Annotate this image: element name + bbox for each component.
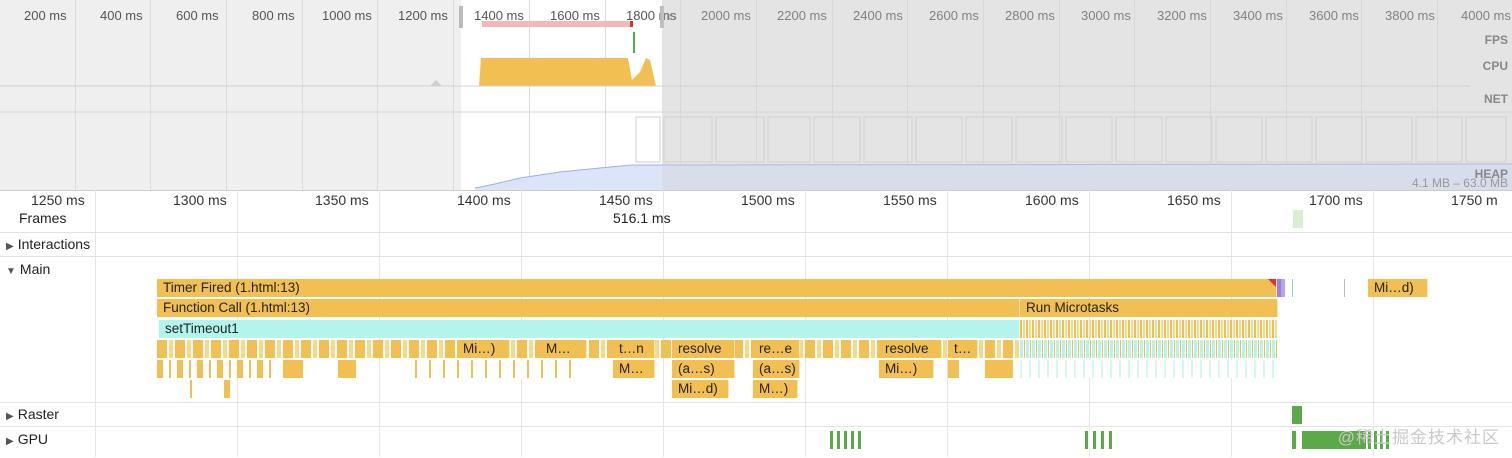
gpu-label: GPU [17, 431, 49, 447]
ruler-tick: 1250 ms [31, 192, 85, 208]
timeline-overview[interactable]: 200 ms 400 ms 600 ms 800 ms 1000 ms 1200… [0, 0, 1512, 191]
heap-range: 4.1 MB – 63.0 MB [1411, 176, 1508, 190]
event-microtask[interactable]: M…) [753, 380, 798, 398]
script-block [283, 360, 303, 378]
script-stripes [415, 360, 575, 378]
ruler-tick: 1700 ms [1309, 192, 1363, 208]
frames-label: Frames [19, 210, 67, 226]
script-stripes [157, 360, 277, 378]
ruler-tick: 1650 ms [1167, 192, 1221, 208]
event-resolve[interactable]: resolve [672, 340, 735, 358]
microtask-stripes [1020, 360, 1278, 378]
event-microtask-right[interactable]: Mi…d) [1368, 279, 1428, 297]
interactions-label: Interactions [17, 236, 91, 252]
watermark: @稀土掘金技术社区 [1337, 428, 1500, 447]
ruler-tick: 1550 ms [883, 192, 937, 208]
gpu-event[interactable] [1292, 431, 1296, 449]
gpu-events[interactable] [830, 431, 862, 449]
raster-track[interactable]: ▶ Raster [0, 402, 1512, 427]
frames-track[interactable]: Frames 516.1 ms [0, 210, 1512, 232]
event-microtask[interactable]: Mi…) [879, 360, 934, 378]
event-sliver [1344, 279, 1345, 297]
script-block [985, 360, 1013, 378]
event-async[interactable]: (a…s) [753, 360, 800, 378]
expand-arrow-icon[interactable]: ▶ [6, 411, 14, 422]
cpu-track-label: CPU [1482, 59, 1508, 73]
event-set-timeout[interactable]: setTimeout1 [159, 320, 1020, 338]
event-microtask[interactable]: M… [540, 340, 587, 358]
event-then[interactable]: t… [948, 340, 978, 358]
ruler-tick: 1750 m [1451, 192, 1498, 208]
event-then[interactable]: t…n [613, 340, 655, 358]
microtask-stripes [1020, 320, 1278, 338]
collapse-arrow-icon[interactable]: ▼ [6, 266, 16, 277]
event-resolve[interactable]: resolve [879, 340, 942, 358]
ruler-tick: 1600 ms [1025, 192, 1079, 208]
event-microtask[interactable]: Mi…) [457, 340, 510, 358]
interactions-track[interactable]: ▶ Interactions [0, 232, 1512, 257]
microtask-stripes [1020, 340, 1278, 358]
script-block [224, 380, 230, 398]
script-block [338, 360, 356, 378]
event-microtask[interactable]: M… [613, 360, 655, 378]
main-label: Main [19, 261, 51, 277]
event-microtask[interactable]: Mi…d) [672, 380, 729, 398]
ruler-tick: 1350 ms [315, 192, 369, 208]
raster-expander[interactable]: ▶ Raster [6, 406, 59, 422]
ruler-tick: 1400 ms [457, 192, 511, 208]
event-resolve-short[interactable]: re…e [753, 340, 800, 358]
script-block [948, 360, 959, 378]
expand-arrow-icon[interactable]: ▶ [6, 436, 14, 447]
event-async[interactable]: (a…s) [672, 360, 735, 378]
gpu-events[interactable] [1085, 431, 1117, 449]
event-run-microtasks[interactable]: Run Microtasks [1020, 299, 1278, 317]
expand-arrow-icon[interactable]: ▶ [6, 241, 14, 252]
main-expander[interactable]: ▼ Main [6, 261, 50, 277]
raster-event[interactable] [1292, 406, 1302, 424]
ruler-tick: 1300 ms [173, 192, 227, 208]
fps-track-label: FPS [1484, 33, 1508, 47]
gpu-track[interactable]: ▶ GPU [0, 426, 1512, 458]
frame-duration[interactable]: 516.1 ms [613, 210, 671, 226]
raster-label: Raster [17, 406, 59, 422]
gpu-expander[interactable]: ▶ GPU [6, 431, 48, 447]
event-sliver [1292, 279, 1293, 297]
interactions-expander[interactable]: ▶ Interactions [6, 236, 90, 252]
net-track-label: NET [1484, 92, 1508, 106]
long-task-warning-icon [1268, 279, 1276, 287]
overview-outside-selection-dim [662, 0, 1512, 190]
event-function-call[interactable]: Function Call (1.html:13) [157, 299, 1020, 317]
ruler-tick: 1450 ms [599, 192, 653, 208]
ruler-tick: 1500 ms [741, 192, 795, 208]
event-timer-fired[interactable]: Timer Fired (1.html:13) [157, 279, 1277, 297]
event-sliver [1281, 279, 1285, 297]
script-block [190, 380, 192, 398]
frame-block[interactable] [1293, 210, 1303, 228]
